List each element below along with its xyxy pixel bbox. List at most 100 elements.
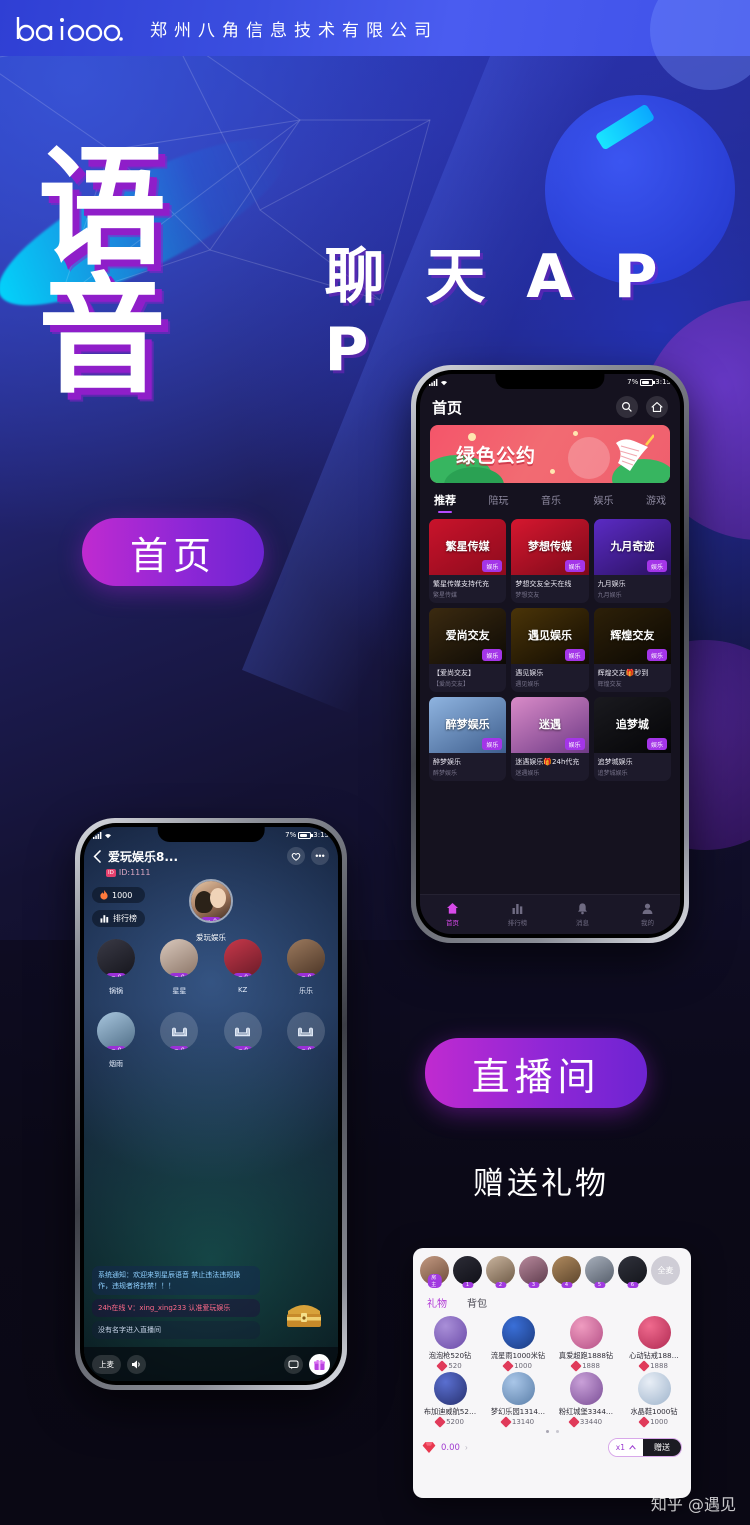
gift-icon bbox=[569, 1316, 603, 1349]
category-badge: 娱乐 bbox=[564, 649, 585, 661]
heat-value: 1000 bbox=[112, 890, 133, 900]
all-mic-button[interactable]: 全麦 bbox=[651, 1256, 680, 1285]
seat[interactable]: 0 锅锅 bbox=[96, 939, 136, 996]
host-heart-badge: 0 bbox=[200, 917, 222, 921]
room-card[interactable]: 梦想传媒 娱乐梦想交友全天在线 梦想交友 bbox=[511, 519, 589, 603]
more-dots-icon[interactable]: ••• bbox=[311, 847, 329, 865]
seat-heart-badge: 0 bbox=[232, 973, 254, 977]
gift-icon bbox=[433, 1372, 467, 1405]
thumbnail-text: 迷遇 bbox=[538, 717, 561, 731]
send-button[interactable]: 赠送 bbox=[643, 1439, 681, 1456]
seat[interactable]: 0 bbox=[223, 1012, 263, 1069]
pager-dot[interactable] bbox=[545, 1430, 549, 1433]
search-icon[interactable] bbox=[616, 396, 638, 418]
green-pact-banner[interactable]: 绿色公约 bbox=[430, 425, 670, 483]
gift-item[interactable]: 梦幻乐园1314… 13140 bbox=[485, 1372, 551, 1428]
tab-entertainment[interactable]: 娱乐 bbox=[594, 492, 614, 508]
heart-count: 0 bbox=[181, 974, 185, 977]
signal-icon bbox=[93, 831, 102, 839]
tab-gifts[interactable]: 礼物 bbox=[427, 1295, 447, 1310]
heart-count: 0 bbox=[244, 974, 248, 977]
gift-recipient-avatar[interactable]: 1 bbox=[453, 1256, 482, 1288]
treasure-chest-icon[interactable] bbox=[284, 1297, 324, 1329]
watermark: 知乎 @遇见 bbox=[650, 1495, 736, 1514]
gift-panel-footer: 0.00 › x1 赠送 bbox=[413, 1435, 691, 1460]
chevron-up-icon bbox=[629, 1445, 636, 1450]
gift-name: 粉红城堡3344… bbox=[558, 1407, 614, 1416]
heart-icon bbox=[301, 1049, 305, 1050]
seat[interactable]: 0 bbox=[159, 1012, 199, 1069]
speaker-icon[interactable] bbox=[127, 1354, 146, 1374]
heart-icon bbox=[111, 1049, 115, 1050]
room-stats-chips: 1000 排行榜 bbox=[92, 887, 145, 927]
heart-icon[interactable] bbox=[287, 847, 305, 865]
gift-item[interactable]: 心动钻戒188… 1888 bbox=[621, 1316, 687, 1372]
heart-count: 0 bbox=[308, 1047, 312, 1050]
room-card[interactable]: 爱尚交友 娱乐 【爱尚交友】 【爱尚交友】 bbox=[429, 608, 507, 692]
tab-games[interactable]: 游戏 bbox=[646, 492, 666, 508]
tabbar-item-ranking[interactable]: 排行榜 bbox=[485, 902, 550, 927]
gift-recipient-avatar[interactable]: 3 bbox=[519, 1256, 548, 1288]
tabbar-item-profile[interactable]: 我的 bbox=[615, 902, 680, 927]
id-tag: ID bbox=[106, 868, 116, 877]
room-card[interactable]: 迷遇 娱乐 迷遇娱乐🎁24h代充 迷遇娱乐 bbox=[511, 697, 589, 781]
ranking-icon bbox=[100, 915, 109, 923]
tab-companion[interactable]: 陪玩 bbox=[489, 492, 509, 508]
gift-recipient-avatar[interactable]: 5 bbox=[585, 1256, 614, 1288]
seat[interactable]: 0 烟雨 bbox=[96, 1012, 136, 1069]
room-card[interactable]: 九月奇迹 娱乐 九月娱乐 九月娱乐 bbox=[593, 519, 671, 603]
heat-chip[interactable]: 1000 bbox=[92, 887, 145, 903]
hero-title-main: 语音 bbox=[38, 134, 171, 411]
gift-item[interactable]: 粉红城堡3344… 33440 bbox=[553, 1372, 619, 1428]
balance-value[interactable]: 0.00 bbox=[441, 1443, 460, 1453]
room-card[interactable]: 追梦城 娱乐 追梦城娱乐 追梦城娱乐 bbox=[593, 697, 671, 781]
pager-dot[interactable] bbox=[555, 1430, 559, 1433]
gift-item[interactable]: 泡泡枪520钻 520 bbox=[417, 1316, 483, 1372]
ranking-label: 排行榜 bbox=[113, 914, 137, 923]
gift-recipient-avatar[interactable]: 房主 bbox=[420, 1256, 449, 1288]
gift-item[interactable]: 真爱超跑1888钻 1888 bbox=[553, 1316, 619, 1372]
seat[interactable]: 0 乐乐 bbox=[286, 939, 326, 996]
home-icon[interactable] bbox=[646, 396, 668, 418]
seat[interactable]: 0 KZ bbox=[223, 939, 263, 996]
back-arrow-icon[interactable] bbox=[93, 849, 102, 863]
room-name: 辉煌交友🎁秒到 bbox=[597, 669, 649, 677]
gift-recipient-avatar[interactable]: 4 bbox=[552, 1256, 581, 1288]
quantity-selector[interactable]: x1 bbox=[608, 1439, 643, 1456]
tabbar-item-messages[interactable]: 消息 bbox=[550, 902, 615, 927]
mic-up-button[interactable]: 上麦 bbox=[92, 1354, 121, 1374]
chat-bubble-icon[interactable] bbox=[284, 1354, 303, 1374]
gift-recipient-avatar[interactable]: 6 bbox=[618, 1256, 647, 1288]
room-thumbnail: 梦想传媒 娱乐 bbox=[511, 519, 589, 575]
bottom-tab-bar: 首页 排行榜 消息 我的 bbox=[420, 894, 680, 934]
room-subtitle: 梦想交友 bbox=[515, 592, 540, 599]
room-card[interactable]: 繁星传媒 娱乐 繁星传媒支持代充 繁星传媒 bbox=[429, 519, 507, 603]
seat[interactable]: 0 星星 bbox=[159, 939, 199, 996]
tab-recommend[interactable]: 推荐 bbox=[434, 492, 456, 508]
room-card[interactable]: 遇见娱乐 娱乐 遇见娱乐 遇见娱乐 bbox=[511, 608, 589, 692]
gift-item[interactable]: 流星雨1000米钻 1000 bbox=[485, 1316, 551, 1372]
seat-number: 2 bbox=[494, 1282, 507, 1288]
diamond-icon bbox=[502, 1360, 514, 1372]
room-card[interactable]: 辉煌交友 娱乐 辉煌交友🎁秒到 辉煌交友 bbox=[593, 608, 671, 692]
heart-count: 0 bbox=[118, 1047, 122, 1050]
seat[interactable]: 0 bbox=[286, 1012, 326, 1069]
ranking-chip[interactable]: 排行榜 bbox=[92, 910, 145, 927]
tabbar-item-home[interactable]: 首页 bbox=[420, 902, 485, 927]
chat-message: 系统通知：欢迎来到星辰语音 禁止违法违规操作，违规者将封禁！！！ bbox=[92, 1266, 260, 1295]
gift-item[interactable]: 布加迪威航52… 5200 bbox=[417, 1372, 483, 1428]
room-card[interactable]: 醉梦娱乐 娱乐 醉梦娱乐 醉梦娱乐 bbox=[429, 697, 507, 781]
gift-recipient-avatar[interactable]: 2 bbox=[486, 1256, 515, 1288]
tab-music[interactable]: 音乐 bbox=[541, 492, 561, 508]
host-seat[interactable]: 0 爱玩娱乐 bbox=[189, 879, 233, 943]
live-toolbar: 上麦 bbox=[84, 1347, 338, 1381]
heart-icon bbox=[237, 1049, 242, 1050]
gift-icon[interactable] bbox=[309, 1353, 330, 1375]
room-thumbnail: 追梦城 娱乐 bbox=[593, 697, 671, 753]
tab-backpack[interactable]: 背包 bbox=[467, 1295, 487, 1310]
tabbar-label: 消息 bbox=[576, 919, 589, 927]
room-name: 梦想交友全天在线 bbox=[515, 580, 572, 588]
gift-item[interactable]: 水晶鞋1000钻 1000 bbox=[621, 1372, 687, 1428]
seat-heart-badge: 0 bbox=[168, 1046, 190, 1050]
signal-icon bbox=[429, 378, 438, 386]
